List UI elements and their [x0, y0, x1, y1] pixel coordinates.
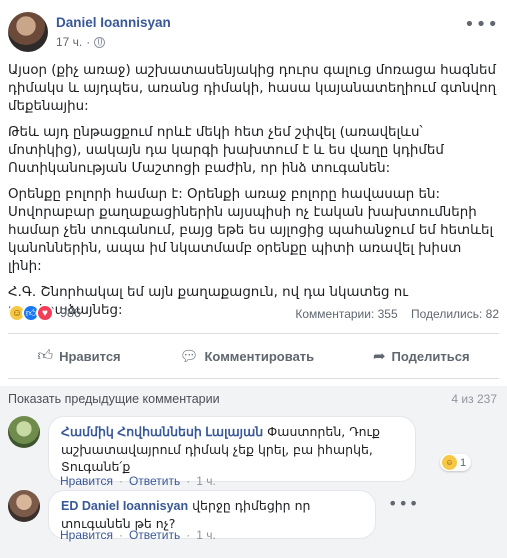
post-author[interactable]: Daniel Ioannisyan: [56, 15, 171, 30]
comments-count[interactable]: Комментарии: 355: [295, 307, 397, 321]
post-paragraph: Թեև այդ ընթացքում որևէ մեկի հետ չեմ շփվե…: [8, 125, 444, 176]
thumbs-up-icon: 👍︎: [37, 347, 54, 364]
comment-author[interactable]: Համմիկ Հովհաննեսի Լալայան: [61, 425, 263, 439]
post-stats: ☺ 👍︎ ♥ 986 Комментарии: 355 Поделились: …: [8, 302, 499, 324]
comment-footer: Нравится · Ответить · 1 ч.: [60, 474, 216, 488]
haha-reaction-icon: ☺: [442, 455, 457, 470]
commenter-avatar[interactable]: [8, 416, 40, 448]
comments-shown-count: 4 из 237: [451, 392, 497, 406]
post-meta: 17 ч. ·: [56, 35, 106, 49]
facebook-post: Daniel Ioannisyan 17 ч. · ••• Այսօր (քիչ…: [0, 0, 507, 558]
share-button-label: Поделиться: [391, 348, 470, 364]
commenter-avatar[interactable]: [8, 490, 40, 522]
comment-like-link[interactable]: Нравится: [60, 474, 113, 488]
like-button-label: Нравится: [59, 348, 121, 364]
author-avatar[interactable]: [8, 12, 48, 52]
comment-like-link[interactable]: Нравится: [60, 528, 113, 542]
comments-section: Показать предыдущие комментарии 4 из 237…: [0, 386, 507, 558]
comment-button[interactable]: 💬︎ Комментировать: [169, 343, 324, 369]
comment-icon: 💬︎: [179, 348, 199, 365]
more-horizontal-icon[interactable]: •••: [388, 494, 419, 513]
share-button[interactable]: ➦ Поделиться: [363, 343, 480, 369]
comment-time[interactable]: 1 ч.: [196, 474, 216, 488]
post-actions: 👍︎ Нравится 💬︎ Комментировать ➦ Поделить…: [8, 340, 499, 372]
comment-reaction-count: 1: [460, 456, 467, 469]
comment-reply-link[interactable]: Ответить: [129, 474, 180, 488]
share-icon: ➦: [372, 348, 386, 365]
comment-bubble: Համմիկ Հովհաննեսի Լալայան Փաստորեն, Դուք…: [48, 416, 416, 482]
comment-reactions[interactable]: ☺ 1: [440, 454, 472, 471]
post-header: Daniel Ioannisyan 17 ч. · •••: [8, 12, 499, 54]
reaction-summary[interactable]: ☺ 👍︎ ♥ 986: [8, 304, 81, 322]
comment-button-label: Комментировать: [204, 348, 315, 364]
reaction-count: 986: [60, 306, 81, 320]
show-previous-comments[interactable]: Показать предыдущие комментарии: [8, 392, 220, 406]
post-paragraph: Օրենքը բոլորի համար է: Օրենքի առաջ բոլոր…: [8, 187, 494, 274]
divider: [8, 378, 499, 379]
comments-shares-stats: Комментарии: 355 Поделились: 82: [295, 307, 499, 321]
comment: Համմիկ Հովհաննեսի Լալայան Փաստորեն, Դուք…: [8, 416, 499, 488]
like-button[interactable]: 👍︎ Нравится: [27, 343, 130, 369]
post-time[interactable]: 17 ч.: [56, 35, 82, 49]
comment-time[interactable]: 1 ч.: [196, 528, 216, 542]
love-reaction-icon: ♥: [36, 304, 54, 322]
comment-reply-link[interactable]: Ответить: [129, 528, 180, 542]
globe-icon[interactable]: [94, 36, 106, 48]
post-body: Այսօր (քիչ առաջ) աշխատասենյակից դուրս գա…: [8, 62, 499, 328]
comment: ED Daniel Ioannisyan վերջը դիմեցիր որ տո…: [8, 490, 499, 550]
comment-author[interactable]: ED Daniel Ioannisyan: [61, 499, 188, 513]
post-paragraph: Այսօր (քիչ առաջ) աշխատասենյակից դուրս գա…: [8, 63, 497, 114]
shares-count[interactable]: Поделились: 82: [411, 307, 499, 321]
divider: [8, 333, 499, 334]
comment-footer: Нравится · Ответить · 1 ч.: [60, 528, 216, 542]
more-horizontal-icon[interactable]: •••: [464, 14, 499, 35]
